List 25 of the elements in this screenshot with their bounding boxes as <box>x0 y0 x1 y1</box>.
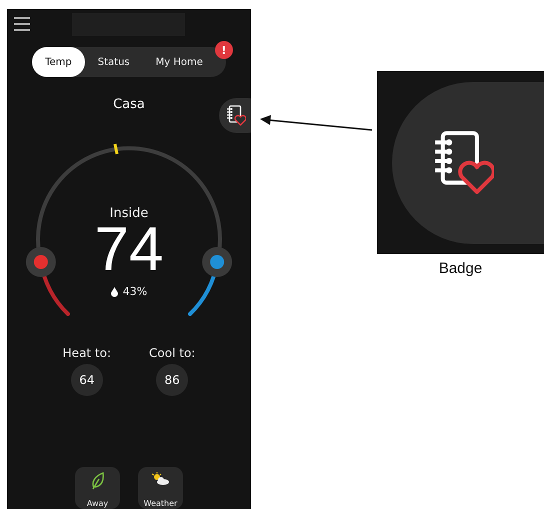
mode-button[interactable]: Weather <box>138 467 183 509</box>
setpoint-label: Heat to: <box>62 346 112 360</box>
setpoint-label: Cool to: <box>149 346 196 360</box>
water-drop-icon <box>110 286 118 296</box>
notebook-heart-icon <box>432 130 494 196</box>
location-name: Casa <box>113 97 145 114</box>
sun-cloud-icon <box>150 472 170 486</box>
alert-badge: ! <box>214 41 233 60</box>
inside-temperature: 74 <box>94 221 164 279</box>
tab[interactable]: My Home <box>142 47 216 78</box>
badge-button[interactable] <box>219 98 251 134</box>
setpoint-value[interactable]: 64 <box>70 364 103 396</box>
heat-handle[interactable] <box>26 247 56 277</box>
setpoint-value[interactable]: 86 <box>156 364 188 396</box>
tab[interactable]: Temp <box>32 47 85 78</box>
menu-icon[interactable] <box>14 16 30 32</box>
humidity-value: 43% <box>122 285 148 298</box>
leaf-icon <box>90 472 104 490</box>
mode-button[interactable]: Away <box>75 467 120 509</box>
tab[interactable]: Status <box>84 47 143 78</box>
inside-label: Inside <box>110 206 148 221</box>
notebook-heart-icon <box>226 105 246 126</box>
current-temp-marker <box>114 144 118 154</box>
inset-caption: Badge <box>438 260 482 277</box>
cool-handle[interactable] <box>202 247 232 277</box>
